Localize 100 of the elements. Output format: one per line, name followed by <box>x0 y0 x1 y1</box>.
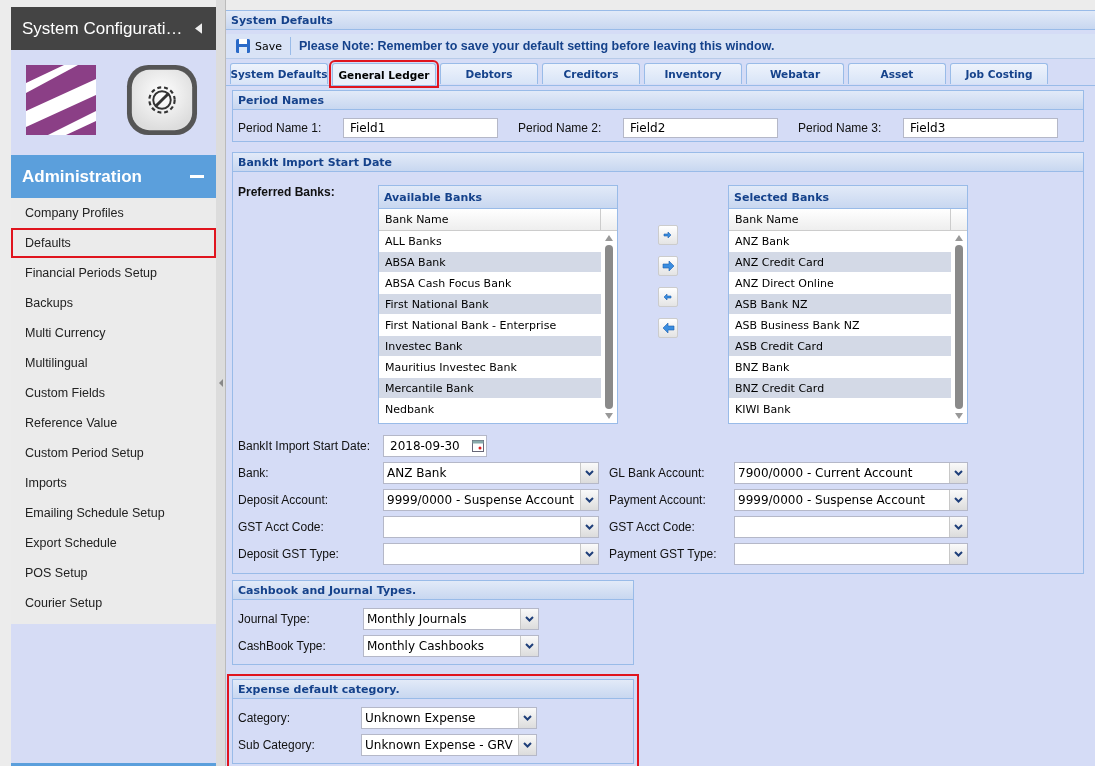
field-label: Deposit GST Type: <box>238 547 340 561</box>
dropdown-value: Monthly Cashbooks <box>367 639 484 653</box>
tab[interactable]: Debtors <box>440 63 538 84</box>
chevron-down-icon <box>523 715 532 721</box>
tab[interactable]: Inventory <box>644 63 742 84</box>
date-value: 2018-09-30 <box>390 439 460 453</box>
input-field[interactable]: Field1 <box>343 118 498 138</box>
chevron-down-icon <box>954 470 963 476</box>
dropdown[interactable]: Unknown Expense <box>361 707 537 729</box>
dropdown-value: 9999/0000 - Suspense Account <box>738 493 926 507</box>
date-field[interactable]: 2018-09-30 <box>383 435 487 457</box>
list-item[interactable]: Mercantile Bank <box>379 378 601 399</box>
panel-title: Expense default category. <box>238 682 400 696</box>
dropdown-value: ANZ Bank <box>387 466 447 480</box>
field-label: Period Name 3: <box>798 121 883 135</box>
move-button[interactable] <box>658 318 678 338</box>
dropdown[interactable] <box>383 543 599 565</box>
sidebar-item[interactable]: Imports <box>11 468 216 498</box>
calendar-icon <box>472 440 484 452</box>
sidebar-item[interactable]: Multi Currency <box>11 318 216 348</box>
list-item[interactable]: ASB Credit Card <box>729 336 951 357</box>
dropdown[interactable]: Unknown Expense - GRV <box>361 734 537 756</box>
dropdown[interactable] <box>734 516 968 538</box>
list-item[interactable]: KIWI Bank <box>729 399 951 420</box>
dropdown-value: Monthly Journals <box>367 612 467 626</box>
sidebar-item[interactable]: Company Profiles <box>11 198 216 228</box>
scroll-down-icon <box>605 413 613 419</box>
dropdown-value: Unknown Expense - GRV <box>365 738 513 752</box>
list-item[interactable]: First National Bank <box>379 294 601 315</box>
section-title: Administration <box>22 166 142 187</box>
list-item[interactable]: ABSA Bank <box>379 252 601 273</box>
list-item[interactable]: Investec Bank <box>379 336 601 357</box>
field-label: Category: <box>238 711 292 725</box>
sidebar-item[interactable]: Reference Value <box>11 408 216 438</box>
tab[interactable]: Job Costing <box>950 63 1048 84</box>
dropdown-value: 7900/0000 - Current Account <box>738 466 913 480</box>
settings-icon <box>126 64 198 136</box>
sidebar-item[interactable]: Emailing Schedule Setup <box>11 498 216 528</box>
scroll-down-icon <box>955 413 963 419</box>
dropdown-value: 9999/0000 - Suspense Account <box>387 493 575 507</box>
sidebar-item[interactable]: Export Schedule <box>11 528 216 558</box>
chevron-down-icon <box>585 524 594 530</box>
arrow-left-icon <box>661 321 675 335</box>
sidebar-item[interactable]: Financial Periods Setup <box>11 258 216 288</box>
list-item[interactable]: BNZ Credit Card <box>729 378 951 399</box>
field-label: BankIt Import Start Date: <box>238 439 372 453</box>
sidebar-item[interactable]: Custom Period Setup <box>11 438 216 468</box>
sidebar-item[interactable]: Defaults <box>11 228 216 258</box>
panel-title: Cashbook and Journal Types. <box>238 583 417 597</box>
list-item[interactable]: Nedbank <box>379 399 601 420</box>
notice-text: Please Note: Remember to save your default setting before leaving this window. <box>299 39 775 53</box>
dropdown[interactable]: ANZ Bank <box>383 462 599 484</box>
chevron-down-icon <box>954 551 963 557</box>
field-label: Period Name 1: <box>238 121 323 135</box>
tab[interactable]: System Defaults <box>230 63 328 84</box>
save-button[interactable]: Save <box>233 37 291 55</box>
sidebar-item[interactable]: Courier Setup <box>11 588 216 618</box>
input-field[interactable]: Field2 <box>623 118 778 138</box>
tab[interactable]: Creditors <box>542 63 640 84</box>
save-icon <box>235 38 251 54</box>
dropdown[interactable] <box>734 543 968 565</box>
tab[interactable]: Webatar <box>746 63 844 84</box>
list-item[interactable]: ASB Bank NZ <box>729 294 951 315</box>
field-label: Payment Account: <box>609 493 707 507</box>
field-label: Period Name 2: <box>518 121 603 135</box>
dropdown[interactable]: Monthly Cashbooks <box>363 635 539 657</box>
dropdown[interactable]: 9999/0000 - Suspense Account <box>383 489 599 511</box>
list-item[interactable]: ANZ Credit Card <box>729 252 951 273</box>
sidebar-item[interactable]: Multilingual <box>11 348 216 378</box>
sidebar-item[interactable]: POS Setup <box>11 558 216 588</box>
field-label: Deposit Account: <box>238 493 330 507</box>
window-title: System Defaults <box>231 13 333 27</box>
field-label: GST Acct Code: <box>238 520 325 534</box>
chevron-down-icon <box>954 497 963 503</box>
input-field[interactable]: Field3 <box>903 118 1058 138</box>
dropdown[interactable]: 7900/0000 - Current Account <box>734 462 968 484</box>
logo-icon <box>26 65 96 135</box>
chevron-down-icon <box>585 551 594 557</box>
move-button[interactable] <box>658 256 678 276</box>
dropdown[interactable] <box>383 516 599 538</box>
field-label: Bank: <box>238 466 270 480</box>
field-label: GL Bank Account: <box>609 466 706 480</box>
move-button[interactable] <box>658 225 678 245</box>
sidebar-item[interactable]: Backups <box>11 288 216 318</box>
dropdown[interactable]: Monthly Journals <box>363 608 539 630</box>
panel-title: Period Names <box>238 93 325 107</box>
field-label: GST Acct Code: <box>609 520 696 534</box>
tab[interactable]: General Ledger <box>332 63 436 85</box>
arrow-right-icon <box>661 259 675 273</box>
move-button[interactable] <box>658 287 678 307</box>
collapse-arrow-icon <box>218 379 223 387</box>
dropdown[interactable]: 9999/0000 - Suspense Account <box>734 489 968 511</box>
chevron-down-icon <box>585 470 594 476</box>
field-label: Journal Type: <box>238 612 311 626</box>
tab[interactable]: Asset <box>848 63 946 84</box>
chevron-down-icon <box>523 742 532 748</box>
column-header: Bank Name <box>379 209 601 230</box>
field-label: CashBook Type: <box>238 639 327 653</box>
sidebar-item[interactable]: Custom Fields <box>11 378 216 408</box>
panel-title: Selected Banks <box>734 190 830 204</box>
